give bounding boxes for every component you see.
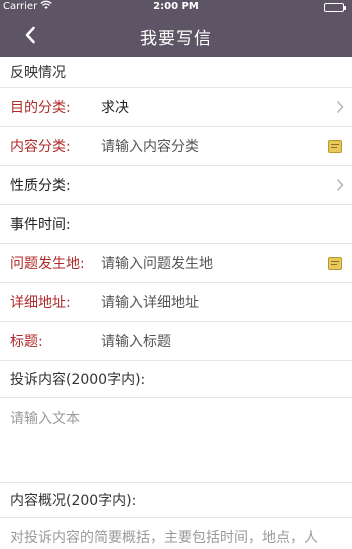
content-category-label: 内容分类: (10, 138, 71, 155)
title-input[interactable]: 请输入标题 (101, 331, 171, 351)
section-header-reflect: 反映情况 (10, 65, 66, 81)
page-title: 我要写信 (140, 29, 212, 49)
chevron-right-icon (336, 99, 344, 118)
content-category-input[interactable]: 请输入内容分类 (101, 136, 199, 156)
problem-location-label: 问题发生地: (10, 255, 85, 272)
nature-category-row[interactable]: 性质分类: (0, 165, 352, 204)
problem-location-input[interactable]: 请输入问题发生地 (101, 253, 213, 273)
status-bar: Carrier 2:00 PM (0, 0, 352, 14)
complaint-content-textarea[interactable]: 请输入文本 (10, 408, 80, 428)
content-summary-header: 内容概况(200字内): (10, 493, 137, 509)
detailed-address-row: 详细地址: 请输入详细地址 (0, 282, 352, 321)
chevron-right-icon (336, 177, 344, 196)
divider (0, 397, 352, 398)
purpose-category-value: 求决 (101, 99, 129, 116)
battery-icon (324, 3, 346, 12)
title-row: 标题: 请输入标题 (0, 321, 352, 360)
problem-location-row: 问题发生地: 请输入问题发生地 (0, 243, 352, 282)
event-time-row[interactable]: 事件时间: (0, 204, 352, 243)
note-icon[interactable] (328, 138, 342, 157)
clock: 2:00 PM (153, 1, 199, 12)
detailed-address-input[interactable]: 请输入详细地址 (101, 292, 199, 312)
navigation-bar: 我要写信 (0, 14, 352, 57)
nature-category-label: 性质分类: (10, 177, 71, 194)
detailed-address-label: 详细地址: (10, 294, 71, 311)
purpose-category-label: 目的分类: (10, 99, 71, 116)
event-time-label: 事件时间: (10, 216, 71, 233)
content-category-row: 内容分类: 请输入内容分类 (0, 126, 352, 165)
divider (0, 517, 352, 518)
title-label: 标题: (10, 333, 43, 350)
complaint-content-header: 投诉内容(2000字内): (10, 372, 146, 388)
purpose-category-row[interactable]: 目的分类: 求决 (0, 87, 352, 126)
note-icon[interactable] (328, 255, 342, 274)
content-summary-textarea[interactable]: 对投诉内容的简要概括，主要包括时间，地点，人 (10, 527, 318, 547)
